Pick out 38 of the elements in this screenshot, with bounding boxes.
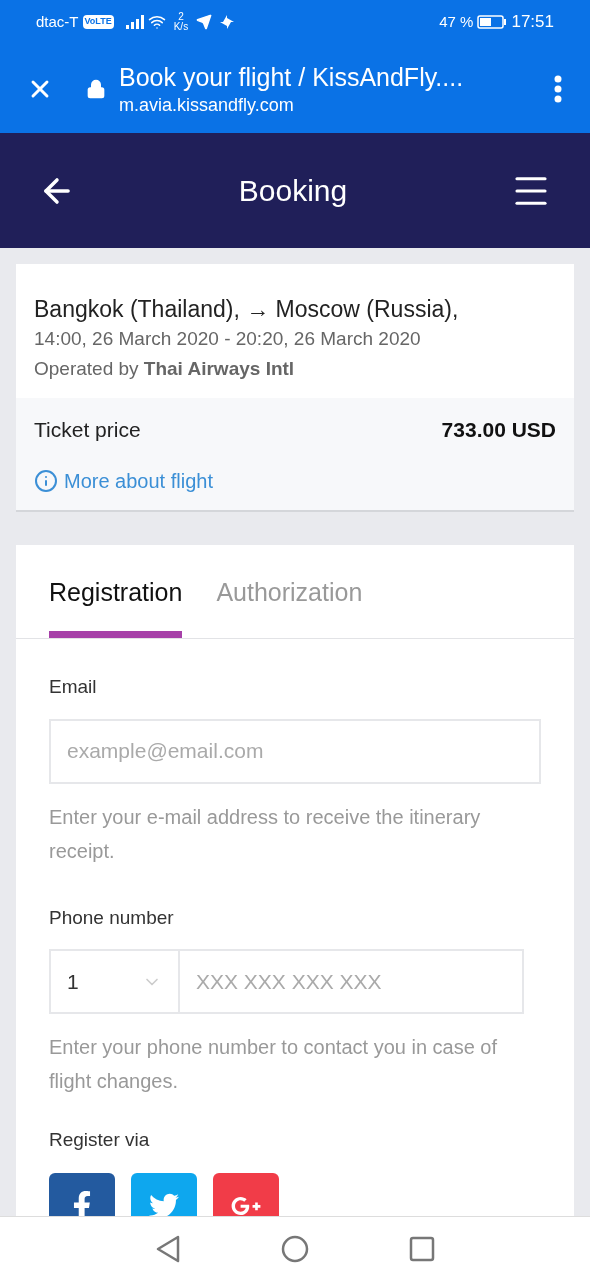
country-code-select[interactable]: 1 (49, 949, 180, 1014)
price-label: Ticket price (34, 417, 141, 444)
phone-hint: Enter your phone number to contact you in case of flight changes. (49, 1035, 499, 1094)
battery-icon (477, 15, 508, 29)
more-icon (554, 74, 562, 103)
pinwheel-icon (220, 15, 235, 29)
tab[interactable]: Registration (49, 573, 183, 638)
signal-icon (125, 15, 144, 29)
phone-label: Phone number (49, 905, 175, 930)
battery-percent: 47 % (439, 11, 474, 32)
flight-operator: Operated by Thai Airways Intl (34, 357, 296, 381)
wifi-icon (147, 13, 166, 31)
phone-field[interactable]: XXX XXX XXX XXX (180, 949, 524, 1014)
circle-icon (281, 1234, 309, 1263)
header-title: Booking (238, 173, 348, 209)
square-icon (409, 1235, 435, 1262)
email-hint: Enter your e-mail address to receive the itinerary receipt. (49, 804, 482, 864)
info-icon (34, 469, 58, 493)
flight-route: Bangkok (Thailand), → Moscow (Russia), (34, 295, 460, 324)
speed-value: 2 (178, 12, 184, 22)
clock: 17:51 (511, 11, 554, 34)
email-field[interactable]: example@email.com (49, 718, 541, 784)
back-nav-button[interactable] (155, 1234, 181, 1263)
speed-unit: K/s (173, 22, 189, 32)
more-button[interactable] (554, 74, 562, 103)
recents-nav-button[interactable] (409, 1235, 435, 1262)
page-url: m.avia.kissandfly.com (119, 93, 295, 117)
carrier-name: dtac-T (36, 11, 79, 32)
lock-icon (86, 78, 106, 99)
register-via-label: Register via (49, 1128, 151, 1152)
home-nav-button[interactable] (281, 1234, 309, 1263)
email-label: Email (49, 675, 98, 699)
page-title: Book your flight / KissAndFly.... (119, 61, 465, 93)
flight-times: 14:00, 26 March 2020 - 20:20, 26 March 2020 (34, 327, 422, 351)
paper-plane-icon (196, 14, 213, 30)
price-value: 733.00 USD (441, 417, 556, 444)
triangle-icon (155, 1234, 181, 1263)
volte-badge: VoLTE (82, 15, 114, 29)
